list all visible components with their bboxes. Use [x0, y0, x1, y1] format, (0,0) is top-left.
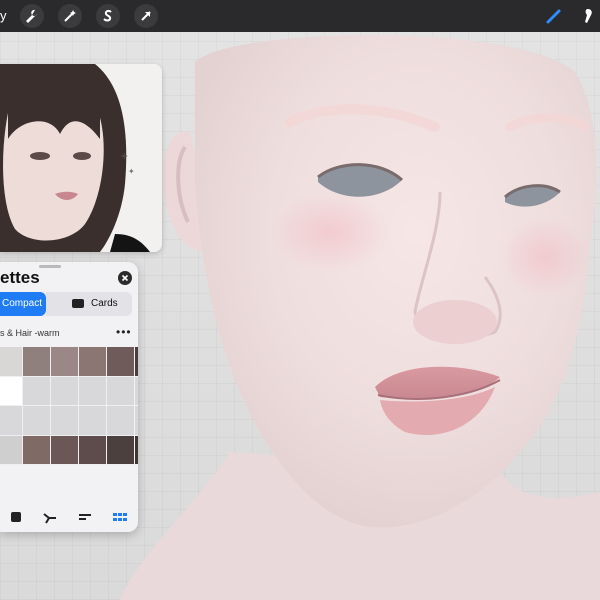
- color-swatch[interactable]: [79, 435, 106, 464]
- swatch-grid: [0, 347, 138, 465]
- color-swatch[interactable]: [79, 406, 106, 435]
- transform-arrow-icon: [141, 11, 151, 21]
- color-swatch[interactable]: [135, 376, 138, 405]
- color-swatch[interactable]: [51, 376, 78, 405]
- color-swatch[interactable]: [107, 406, 134, 435]
- gallery-menu-label[interactable]: y: [0, 8, 7, 23]
- tab-cards-label: Cards: [91, 298, 118, 309]
- color-swatch[interactable]: [23, 406, 50, 435]
- color-swatch[interactable]: [0, 406, 22, 435]
- reference-window[interactable]: + ✦: [0, 64, 162, 252]
- palettes-title: ettes: [0, 268, 40, 287]
- value-sliders-icon[interactable]: [77, 509, 93, 525]
- color-swatch[interactable]: [51, 435, 78, 464]
- color-swatch[interactable]: [23, 376, 50, 405]
- palettes-grid-icon[interactable]: [112, 509, 128, 525]
- palette-bottom-bar: [0, 502, 138, 532]
- color-swatch[interactable]: [135, 347, 138, 376]
- cards-icon: [72, 299, 84, 308]
- color-swatch[interactable]: [79, 347, 106, 376]
- wrench-icon: [26, 9, 37, 23]
- color-swatch[interactable]: [51, 406, 78, 435]
- svg-text:✦: ✦: [128, 167, 135, 176]
- color-swatch[interactable]: [135, 435, 138, 464]
- tab-compact[interactable]: Compact: [0, 292, 46, 316]
- smudge-icon[interactable]: [578, 6, 598, 26]
- adjustments-button[interactable]: [58, 4, 82, 28]
- selection-button[interactable]: [96, 4, 120, 28]
- color-swatch[interactable]: [79, 376, 106, 405]
- tab-cards[interactable]: Cards: [46, 292, 132, 316]
- color-swatch[interactable]: [0, 435, 22, 464]
- disc-color-icon[interactable]: [8, 509, 24, 525]
- color-swatch[interactable]: [107, 435, 134, 464]
- harmony-icon[interactable]: [42, 509, 58, 525]
- actions-button[interactable]: [20, 4, 44, 28]
- more-options-icon[interactable]: •••: [116, 326, 132, 338]
- color-swatch[interactable]: [135, 406, 138, 435]
- magic-wand-icon: [64, 10, 76, 22]
- svg-text:+: +: [120, 151, 128, 162]
- color-swatch[interactable]: [23, 435, 50, 464]
- color-swatch[interactable]: [0, 347, 22, 376]
- reference-image: + ✦: [0, 64, 162, 252]
- selection-s-icon: [103, 9, 112, 22]
- palettes-panel: ettes Compact Cards s & Hair -warm •••: [0, 262, 138, 532]
- transform-button[interactable]: [134, 4, 158, 28]
- color-swatch[interactable]: [107, 376, 134, 405]
- color-swatch[interactable]: [0, 376, 22, 405]
- color-swatch[interactable]: [23, 347, 50, 376]
- close-icon[interactable]: [118, 271, 132, 285]
- brush-icon[interactable]: [544, 6, 564, 26]
- color-swatch[interactable]: [107, 347, 134, 376]
- color-swatch[interactable]: [51, 347, 78, 376]
- top-toolbar: y: [0, 0, 600, 32]
- panel-grabber[interactable]: [39, 265, 61, 268]
- palette-name: s & Hair -warm: [0, 328, 60, 338]
